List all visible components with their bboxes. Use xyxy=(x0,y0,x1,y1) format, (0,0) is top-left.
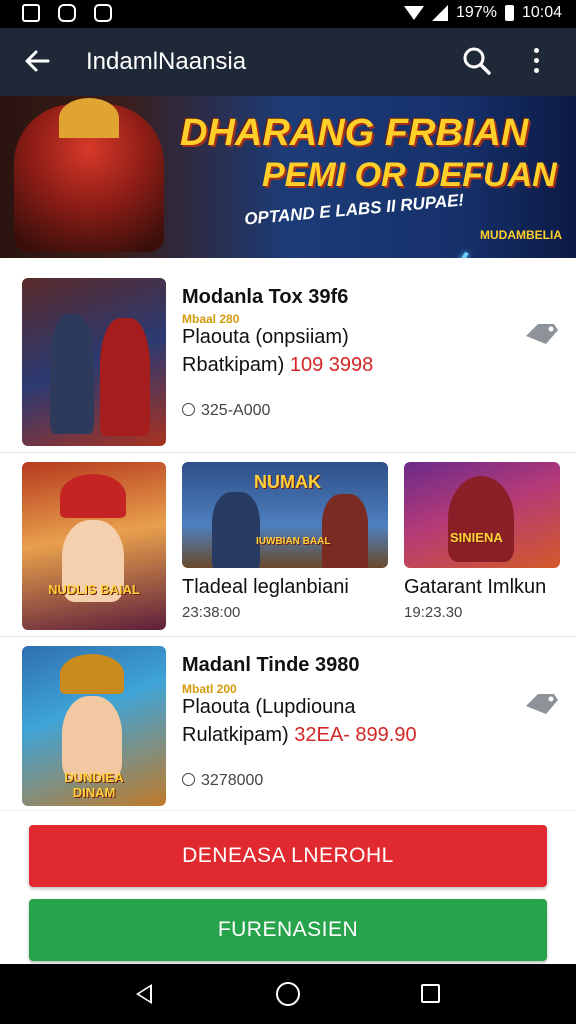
item-badge: Mbaal 280 xyxy=(182,312,240,326)
thumbnail-overlay-text: SINIENA xyxy=(450,530,503,545)
item-meta: 3278000 xyxy=(182,772,263,790)
clock-icon xyxy=(182,403,195,416)
card-thumbnail[interactable]: NUMAK IUWBIAN BAAL xyxy=(182,462,388,568)
item-subtitle: Plaouta (Lupdiouna xyxy=(182,696,356,718)
thumbnail-overlay-subtext: IUWBIAN BAAL xyxy=(256,536,331,547)
thumbnail-overlay-text: NUDLIS BAIAL xyxy=(48,582,140,597)
item-title: Madanl Tinde 3980 xyxy=(182,654,360,676)
status-bar: 197% 10:04 xyxy=(0,0,576,28)
item-meta-text: 325-A000 xyxy=(201,402,271,419)
item-badge: Mbatl 200 xyxy=(182,682,237,696)
divider xyxy=(0,452,576,453)
item-price-label: Rbatkipam) xyxy=(182,354,285,376)
card-thumbnail[interactable]: NUDLIS BAIAL xyxy=(22,462,166,630)
search-icon[interactable] xyxy=(462,46,492,76)
app-bar: IndamlNaansia xyxy=(0,28,576,96)
thumbnail-overlay-text: DUNDIEA DINAM xyxy=(64,770,124,800)
instagram-icon xyxy=(58,4,76,22)
lightning-decoration xyxy=(415,251,469,258)
system-nav-bar xyxy=(0,964,576,1024)
item-thumbnail[interactable]: DUNDIEA DINAM xyxy=(22,646,166,806)
clock-time: 10:04 xyxy=(521,4,562,21)
clock-icon xyxy=(182,773,195,786)
item-thumbnail[interactable] xyxy=(22,278,166,446)
banner-badge: MUDAMBELIA xyxy=(480,228,562,242)
item-meta-text: 3278000 xyxy=(201,772,264,789)
banner-subheadline: PEMI OR DEFUAN xyxy=(262,156,557,194)
list-item[interactable]: Modanla Tox 39f6 Mbaal 280 Plaouta (onps… xyxy=(22,278,558,448)
thumbnail-overlay-text: NUMAK xyxy=(254,472,321,492)
item-price: Rulatkipam) 32EA- 899.90 xyxy=(182,724,417,747)
divider xyxy=(0,636,576,637)
list-item[interactable]: DUNDIEA DINAM Madanl Tinde 3980 Mbatl 20… xyxy=(22,646,558,808)
battery-icon xyxy=(504,5,514,21)
item-price-label: Rulatkipam) xyxy=(182,724,289,746)
card-meta: 23:38:00 xyxy=(182,604,241,621)
nav-recents-icon[interactable] xyxy=(421,984,440,1003)
item-title: Modanla Tox 39f6 xyxy=(182,286,349,308)
item-meta: 325-A000 xyxy=(182,402,270,420)
battery-text: 197% xyxy=(456,4,497,21)
card-thumbnail[interactable]: SINIENA xyxy=(404,462,560,568)
item-price-value: 32EA- 899.90 xyxy=(294,724,417,746)
card-title[interactable]: Gatarant Imlkun xyxy=(404,576,546,599)
card-title[interactable]: Tladeal leglanbiani xyxy=(182,576,349,599)
app-icon xyxy=(94,4,112,22)
page-title: IndamlNaansia xyxy=(86,48,247,75)
card-row: NUDLIS BAIAL NUMAK IUWBIAN BAAL SINIENA … xyxy=(0,462,576,634)
item-subtitle: Plaouta (onpsiiam) xyxy=(182,326,349,348)
back-arrow-icon[interactable] xyxy=(24,48,50,79)
secondary-action-button[interactable]: FURENASIEN xyxy=(29,899,547,961)
banner-hero-image xyxy=(14,98,164,252)
more-options-icon[interactable] xyxy=(532,48,540,73)
tag-icon[interactable] xyxy=(524,690,560,714)
primary-action-button[interactable]: DENEASA LNEROHL xyxy=(29,825,547,887)
gallery-icon xyxy=(22,4,40,22)
wifi-icon xyxy=(404,6,425,20)
nav-home-icon[interactable] xyxy=(276,982,300,1006)
action-bar: DENEASA LNEROHL FURENASIEN xyxy=(0,810,576,965)
tag-icon[interactable] xyxy=(524,320,560,344)
card-meta: 19:23.30 xyxy=(404,604,463,621)
banner-headline: DHARANG FRBIAN xyxy=(180,112,529,154)
item-price: Rbatkipam) 109 3998 xyxy=(182,354,373,377)
signal-icon xyxy=(432,5,449,21)
item-price-value: 109 3998 xyxy=(289,354,374,376)
nav-back-icon[interactable] xyxy=(136,984,152,1004)
